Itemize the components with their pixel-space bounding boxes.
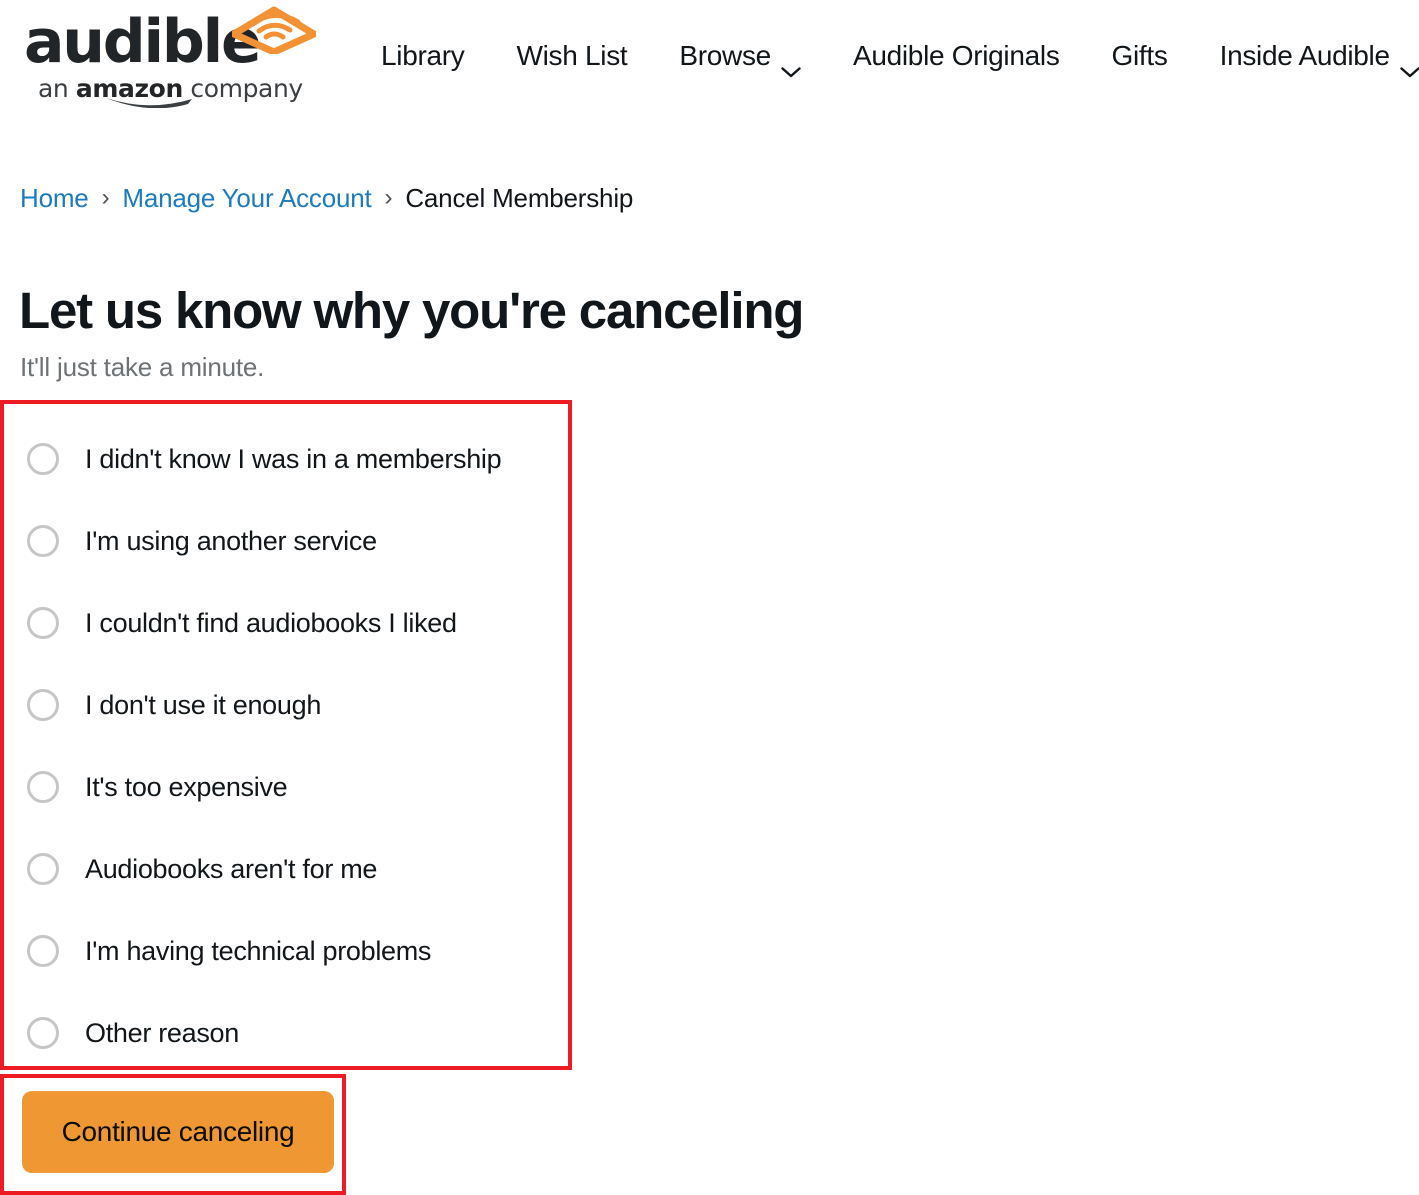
radio-button-icon[interactable]: [27, 1017, 59, 1049]
cancel-reason-option[interactable]: Audiobooks aren't for me: [22, 828, 542, 910]
page-title: Let us know why you're canceling: [19, 282, 804, 339]
site-header: audible an amazon company Library Wish L…: [0, 0, 1419, 118]
breadcrumb-separator: ›: [101, 183, 110, 211]
breadcrumb-item-manage-your-account[interactable]: Manage Your Account: [122, 183, 371, 214]
audible-logo[interactable]: audible an amazon company: [18, 4, 318, 108]
main-navigation: Library Wish List Browse Audible Origina…: [355, 40, 1419, 77]
cancel-reason-label: I didn't know I was in a membership: [85, 443, 502, 474]
radio-button-icon[interactable]: [27, 853, 59, 885]
breadcrumb-separator: ›: [384, 183, 393, 211]
nav-label: Browse: [679, 40, 771, 71]
cancel-reason-option[interactable]: Other reason: [22, 992, 542, 1074]
radio-button-icon[interactable]: [27, 935, 59, 967]
nav-item-gifts[interactable]: Gifts: [1086, 40, 1194, 72]
cancel-membership-page: audible an amazon company Library Wish L…: [0, 0, 1419, 1195]
breadcrumb-item-cancel-membership: Cancel Membership: [405, 183, 634, 213]
chevron-down-icon: [781, 53, 801, 77]
nav-item-wish-list[interactable]: Wish List: [491, 40, 654, 72]
audible-wordmark: audible: [24, 7, 262, 77]
nav-item-browse[interactable]: Browse: [653, 40, 827, 77]
nav-item-inside-audible[interactable]: Inside Audible: [1194, 40, 1419, 77]
nav-label: Gifts: [1111, 40, 1168, 71]
cancel-reason-label: Audiobooks aren't for me: [85, 853, 378, 884]
audible-open-book-soundwave-icon: [232, 6, 316, 54]
cancel-reason-option[interactable]: I don't use it enough: [22, 664, 542, 746]
radio-button-icon[interactable]: [27, 443, 59, 475]
nav-label: Wish List: [516, 40, 628, 71]
page-subtitle: It'll just take a minute.: [20, 352, 265, 382]
breadcrumb: Home › Manage Your Account › Cancel Memb…: [20, 183, 633, 214]
cancel-reason-label: I couldn't find audiobooks I liked: [85, 607, 457, 638]
cancel-reason-label: I'm having technical problems: [85, 935, 432, 966]
chevron-down-icon: [1400, 53, 1419, 77]
tagline-suffix: company: [182, 74, 303, 103]
cancel-reason-label: I'm using another service: [85, 525, 377, 556]
cancel-reason-option[interactable]: I didn't know I was in a membership: [22, 418, 542, 500]
cancel-reason-label: It's too expensive: [85, 771, 288, 802]
cancel-reason-option[interactable]: It's too expensive: [22, 746, 542, 828]
cancel-reason-option[interactable]: I couldn't find audiobooks I liked: [22, 582, 542, 664]
cancel-reason-option[interactable]: I'm having technical problems: [22, 910, 542, 992]
nav-label: Audible Originals: [852, 40, 1060, 71]
amazon-smile-icon: [106, 98, 192, 108]
nav-item-audible-originals[interactable]: Audible Originals: [827, 40, 1086, 72]
cancel-reason-label: I don't use it enough: [85, 689, 322, 720]
radio-button-icon[interactable]: [27, 689, 59, 721]
cancel-reason-label: Other reason: [85, 1017, 239, 1048]
radio-button-icon[interactable]: [27, 525, 59, 557]
nav-label: Inside Audible: [1219, 40, 1390, 71]
continue-canceling-button[interactable]: Continue canceling: [22, 1091, 334, 1173]
cancel-reason-option[interactable]: I'm using another service: [22, 500, 542, 582]
radio-button-icon[interactable]: [27, 771, 59, 803]
nav-label: Library: [381, 40, 465, 71]
nav-item-library[interactable]: Library: [355, 40, 491, 72]
radio-button-icon[interactable]: [27, 607, 59, 639]
tagline-prefix: an: [38, 74, 76, 103]
cancel-reasons-group: I didn't know I was in a membership I'm …: [22, 418, 542, 1074]
breadcrumb-item-home[interactable]: Home: [20, 183, 89, 214]
